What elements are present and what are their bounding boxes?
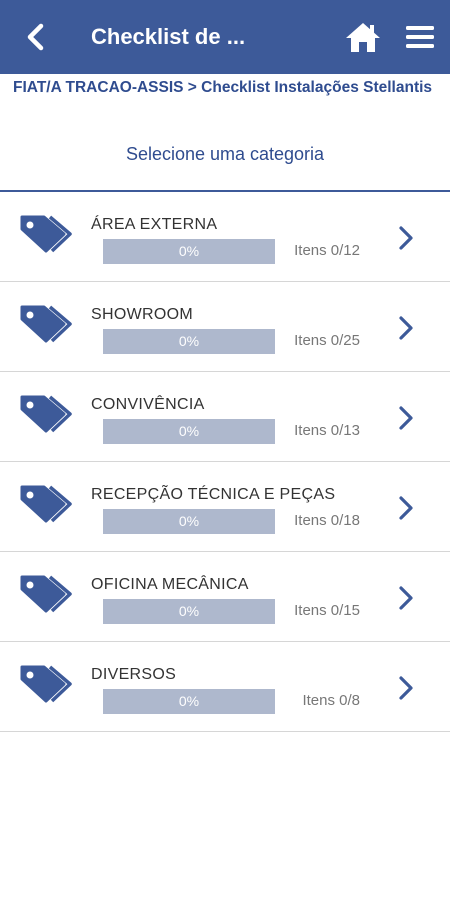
hamburger-menu-icon[interactable]: [404, 23, 436, 51]
items-count: Itens 0/12: [294, 242, 360, 259]
progress-label: 0%: [178, 243, 200, 259]
page-title: Checklist de ...: [91, 24, 246, 49]
progress-label: 0%: [178, 333, 200, 349]
category-name: SHOWROOM: [91, 306, 193, 323]
items-count: Itens 0/8: [302, 692, 360, 709]
category-row[interactable]: SHOWROOM 0% Itens 0/25: [0, 282, 450, 372]
items-count: Itens 0/18: [294, 512, 360, 529]
category-list: ÁREA EXTERNA 0% Itens 0/12 SHOWROOM 0% I…: [0, 190, 450, 732]
tags-icon: [20, 305, 72, 343]
progress-bar: 0%: [103, 419, 275, 444]
progress-label: 0%: [178, 513, 200, 529]
chevron-right-icon[interactable]: [397, 495, 415, 521]
app-bar: Checklist de ...: [0, 0, 450, 74]
tags-icon: [20, 485, 72, 523]
category-row[interactable]: DIVERSOS 0% Itens 0/8: [0, 642, 450, 732]
tags-icon: [20, 665, 72, 703]
tags-icon: [20, 575, 72, 613]
tags-icon: [20, 215, 72, 253]
category-row[interactable]: OFICINA MECÂNICA 0% Itens 0/15: [0, 552, 450, 642]
progress-bar: 0%: [103, 329, 275, 354]
progress-label: 0%: [178, 693, 200, 709]
items-count: Itens 0/13: [294, 422, 360, 439]
home-icon[interactable]: [344, 20, 382, 54]
progress-bar: 0%: [103, 239, 275, 264]
chevron-right-icon[interactable]: [397, 675, 415, 701]
category-name: OFICINA MECÂNICA: [91, 576, 249, 593]
progress-bar: 0%: [103, 689, 275, 714]
progress-bar: 0%: [103, 509, 275, 534]
progress-bar: 0%: [103, 599, 275, 624]
chevron-left-icon[interactable]: [22, 22, 50, 52]
category-row[interactable]: RECEPÇÃO TÉCNICA E PEÇAS 0% Itens 0/18: [0, 462, 450, 552]
category-name: CONVIVÊNCIA: [91, 396, 205, 413]
progress-label: 0%: [178, 423, 200, 439]
category-row[interactable]: CONVIVÊNCIA 0% Itens 0/13: [0, 372, 450, 462]
chevron-right-icon[interactable]: [397, 225, 415, 251]
chevron-right-icon[interactable]: [397, 315, 415, 341]
section-subtitle: Selecione uma categoria: [125, 144, 325, 164]
category-name: ÁREA EXTERNA: [91, 216, 218, 233]
category-row[interactable]: ÁREA EXTERNA 0% Itens 0/12: [0, 192, 450, 282]
category-name: RECEPÇÃO TÉCNICA E PEÇAS: [91, 486, 336, 503]
chevron-right-icon[interactable]: [397, 405, 415, 431]
items-count: Itens 0/25: [294, 332, 360, 349]
breadcrumb: FIAT/A TRACAO-ASSIS > Checklist Instalaç…: [13, 79, 433, 96]
category-name: DIVERSOS: [91, 666, 177, 683]
tags-icon: [20, 395, 72, 433]
progress-label: 0%: [178, 603, 200, 619]
chevron-right-icon[interactable]: [397, 585, 415, 611]
items-count: Itens 0/15: [294, 602, 360, 619]
